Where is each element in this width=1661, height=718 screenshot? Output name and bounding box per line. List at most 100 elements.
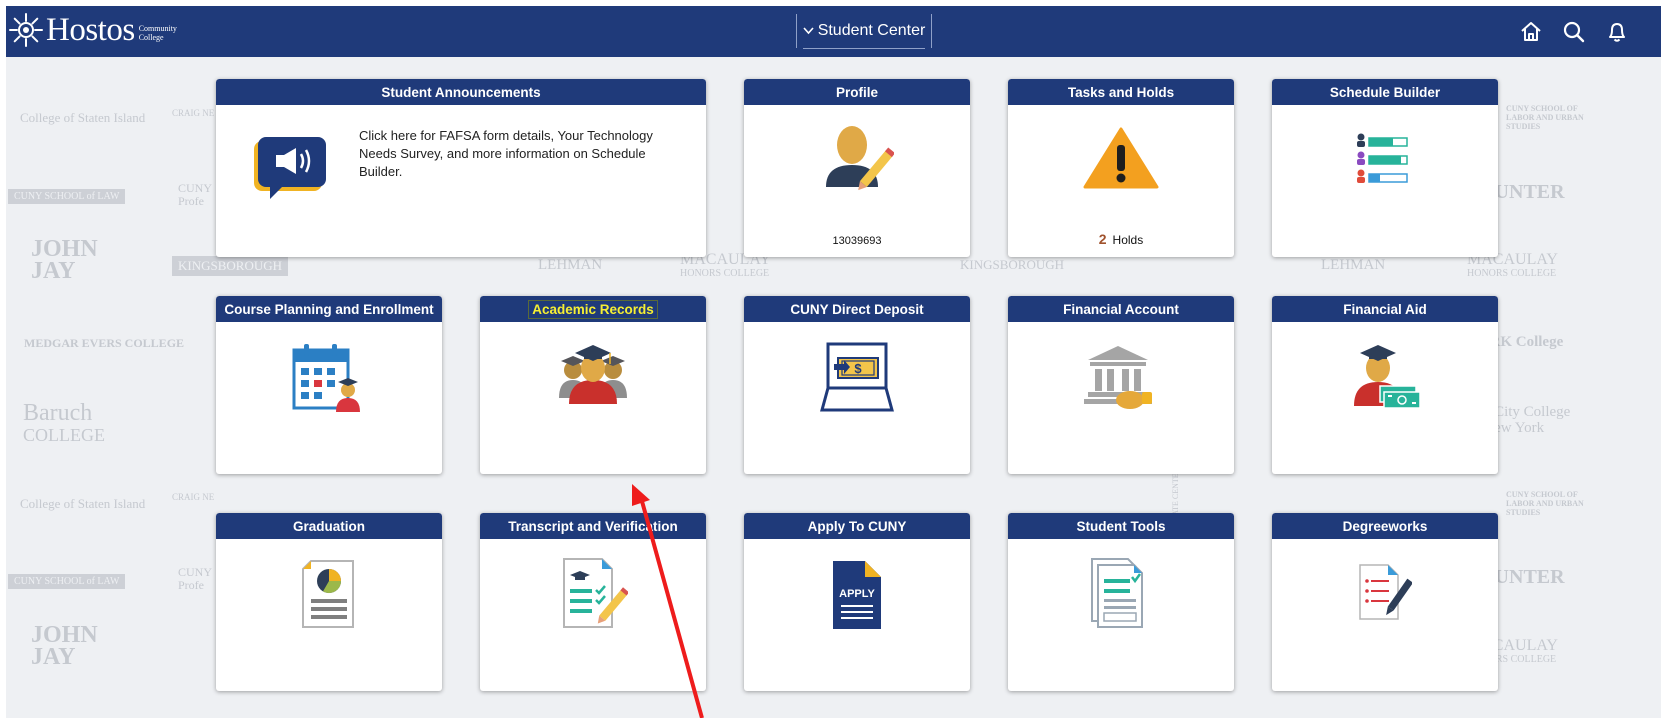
chevron-down-icon bbox=[803, 24, 814, 38]
svg-text:$: $ bbox=[854, 361, 862, 376]
megaphone-icon bbox=[254, 137, 326, 206]
logo-subtitle: Community College bbox=[139, 24, 177, 42]
sunburst-logo-icon bbox=[9, 13, 43, 47]
tile-title: Graduation bbox=[216, 513, 442, 539]
logo-subtitle-line1: Community bbox=[138, 24, 177, 33]
tile-body: 13039693 bbox=[744, 105, 970, 257]
tile-academic-records[interactable]: Academic Records bbox=[480, 296, 706, 474]
profile-id: 13039693 bbox=[832, 235, 882, 247]
watermark-lehman-2: LEHMAN bbox=[1321, 257, 1386, 273]
tile-financial-aid[interactable]: Financial Aid bbox=[1272, 296, 1498, 474]
watermark-baruch: Baruch COLLEGE bbox=[23, 400, 105, 446]
tile-title: Course Planning and Enrollment bbox=[216, 296, 442, 322]
tile-schedule-builder[interactable]: Schedule Builder bbox=[1272, 79, 1498, 257]
tile-degreeworks[interactable]: Degreeworks bbox=[1272, 513, 1498, 691]
watermark-macaulay: MACAULAY HONORS COLLEGE bbox=[680, 252, 771, 281]
tile-body: $ bbox=[744, 322, 970, 474]
schedule-builder-icon bbox=[1355, 133, 1415, 190]
tile-student-announcements[interactable]: Student Announcements Click here for FAF… bbox=[216, 79, 706, 257]
watermark-baruch-line1: Baruch bbox=[23, 400, 93, 426]
warning-icon bbox=[1083, 127, 1159, 194]
tile-body bbox=[1272, 539, 1498, 691]
tile-title: Financial Account bbox=[1008, 296, 1234, 322]
tile-body bbox=[480, 539, 706, 691]
tile-title-text: Tasks and Holds bbox=[1067, 84, 1175, 100]
watermark-kingsborough-2: KINGSBOROUGH bbox=[960, 257, 1065, 272]
watermark-macaulay-right: MACAULAY HONORS COLLEGE bbox=[1467, 252, 1558, 281]
tile-tasks-and-holds[interactable]: Tasks and Holds 2 Holds bbox=[1008, 79, 1234, 257]
tile-body bbox=[1008, 539, 1234, 691]
tile-apply-to-cuny[interactable]: Apply To CUNY APPLY bbox=[744, 513, 970, 691]
watermark-macaulay-line2: HONORS COLLEGE bbox=[680, 268, 770, 279]
hostos-logo[interactable]: Hostos Community College bbox=[8, 12, 177, 48]
watermark-cuny-prof-2: CUNY Profe bbox=[178, 566, 212, 592]
transcript-icon bbox=[558, 557, 630, 634]
student-money-icon bbox=[1350, 340, 1421, 415]
holds-label: Holds bbox=[1112, 233, 1144, 247]
title-underline bbox=[803, 48, 925, 49]
graduates-icon bbox=[555, 340, 631, 411]
apply-document-icon: APPLY bbox=[831, 559, 883, 636]
tile-title: Transcript and Verification bbox=[480, 513, 706, 539]
tile-body: Click here for FAFSA form details, Your … bbox=[216, 105, 706, 257]
watermark-macaulay-right-line2: HONORS COLLEGE bbox=[1467, 268, 1557, 279]
home-icon[interactable] bbox=[1518, 19, 1544, 45]
watermark-cuny-prof: CUNY Profe bbox=[178, 182, 212, 208]
watermark-john-jay-2: JOHN JAY bbox=[31, 622, 98, 670]
watermark-cuny-prof-line1: CUNY bbox=[178, 181, 213, 195]
report-chart-icon bbox=[301, 559, 357, 634]
laptop-deposit-icon: $ bbox=[820, 340, 894, 419]
watermark-cuny-law: CUNY SCHOOL of LAW bbox=[8, 189, 126, 204]
watermark-cuny-prof-line2: Profe bbox=[178, 194, 204, 208]
student-center-dropdown[interactable]: Student Center bbox=[796, 14, 932, 49]
tile-body bbox=[1272, 322, 1498, 474]
tile-student-tools[interactable]: Student Tools bbox=[1008, 513, 1234, 691]
documents-checklist-icon bbox=[1090, 557, 1152, 636]
checklist-pen-icon bbox=[1358, 563, 1414, 628]
tile-title-text: Profile bbox=[835, 84, 878, 100]
tile-body bbox=[1008, 322, 1234, 474]
watermark-craig-2: CRAIG NE bbox=[172, 492, 215, 502]
apply-icon-text: APPLY bbox=[839, 588, 875, 600]
watermark-lehman: LEHMAN bbox=[538, 257, 603, 273]
tile-title-text-highlighted: Academic Records bbox=[528, 299, 658, 319]
tile-body: 2 Holds bbox=[1008, 105, 1234, 257]
holds-count: 2 bbox=[1098, 231, 1107, 247]
bell-icon[interactable] bbox=[1604, 19, 1630, 45]
logo-subtitle-line2: College bbox=[138, 33, 164, 42]
tile-cuny-direct-deposit[interactable]: CUNY Direct Deposit $ bbox=[744, 296, 970, 474]
tile-body: APPLY bbox=[744, 539, 970, 691]
tile-title-text: Graduation bbox=[292, 518, 365, 534]
tile-title: Student Announcements bbox=[216, 79, 706, 105]
tile-title-text: Apply To CUNY bbox=[807, 518, 907, 534]
tile-graduation[interactable]: Graduation bbox=[216, 513, 442, 691]
tile-title-text: Transcript and Verification bbox=[508, 518, 678, 534]
tile-title-text: Schedule Builder bbox=[1329, 84, 1441, 100]
calendar-student-icon bbox=[292, 344, 366, 419]
holds-summary: 2 Holds bbox=[1008, 231, 1234, 247]
tile-title: Apply To CUNY bbox=[744, 513, 970, 539]
tile-course-planning[interactable]: Course Planning and Enrollment bbox=[216, 296, 442, 474]
watermark-cuny-labor: CUNY SCHOOL OF LABOR AND URBAN STUDIES bbox=[1506, 104, 1584, 131]
watermark-kingsborough: KINGSBOROUGH bbox=[172, 256, 289, 276]
tile-title: Financial Aid bbox=[1272, 296, 1498, 322]
logo-wordmark: Hostos bbox=[46, 12, 135, 48]
tile-profile[interactable]: Profile 13039693 bbox=[744, 79, 970, 257]
tile-financial-account[interactable]: Financial Account bbox=[1008, 296, 1234, 474]
tile-title: Academic Records bbox=[480, 296, 706, 322]
tile-title-text: Financial Aid bbox=[1343, 301, 1427, 317]
watermark-cuny-prof-2-line2: Profe bbox=[178, 578, 204, 592]
announcement-text: Click here for FAFSA form details, Your … bbox=[359, 128, 653, 179]
tile-body bbox=[216, 539, 442, 691]
top-navigation-bar: Hostos Community College Student Center bbox=[6, 6, 1661, 57]
tile-body bbox=[480, 322, 706, 474]
watermark-craig: CRAIG NE bbox=[172, 108, 215, 118]
tile-body bbox=[216, 322, 442, 474]
tile-transcript-verification[interactable]: Transcript and Verification bbox=[480, 513, 706, 691]
watermark-cuny-law-2: CUNY SCHOOL of LAW bbox=[8, 574, 126, 589]
search-icon[interactable] bbox=[1561, 19, 1587, 45]
watermark-cuny-labor-2: CUNY SCHOOL OF LABOR AND URBAN STUDIES bbox=[1506, 490, 1584, 517]
tile-title: Profile bbox=[744, 79, 970, 105]
tile-title-text: Degreeworks bbox=[1342, 518, 1428, 534]
watermark-baruch-line2: COLLEGE bbox=[23, 425, 105, 445]
